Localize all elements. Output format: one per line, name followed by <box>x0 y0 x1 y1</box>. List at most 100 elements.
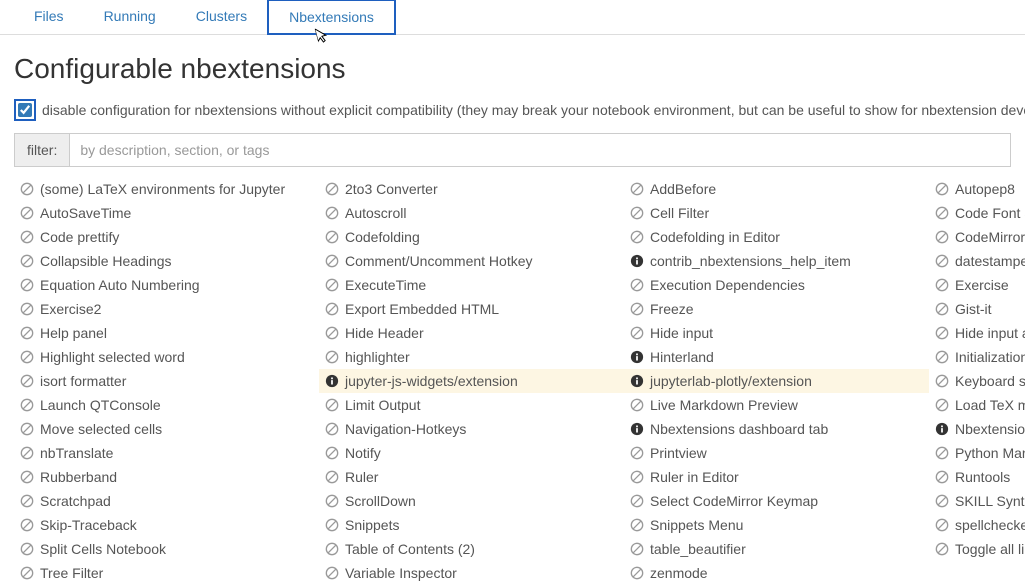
extension-item[interactable]: Limit Output <box>319 393 624 417</box>
extension-item[interactable]: Tree Filter <box>14 561 319 585</box>
extension-item[interactable]: Skip-Traceback <box>14 513 319 537</box>
extension-item[interactable]: CodeMirror <box>929 225 1025 249</box>
info-icon <box>630 350 644 364</box>
extension-item[interactable]: Scratchpad <box>14 489 319 513</box>
extension-item[interactable]: Exercise <box>929 273 1025 297</box>
extension-item[interactable]: Keyboard s <box>929 369 1025 393</box>
extension-item[interactable]: Collapsible Headings <box>14 249 319 273</box>
disabled-icon <box>20 206 34 220</box>
extension-item[interactable]: Notify <box>319 441 624 465</box>
extension-item[interactable]: Printview <box>624 441 929 465</box>
extension-item[interactable]: Hide Header <box>319 321 624 345</box>
extension-item[interactable]: Equation Auto Numbering <box>14 273 319 297</box>
extension-item[interactable]: Launch QTConsole <box>14 393 319 417</box>
extension-label: Hide Header <box>345 325 424 341</box>
extension-label: Python Mar <box>955 445 1025 461</box>
extension-item[interactable]: Help panel <box>14 321 319 345</box>
extension-label: Hide input <box>650 325 713 341</box>
extension-item[interactable]: Comment/Uncomment Hotkey <box>319 249 624 273</box>
extension-item[interactable]: isort formatter <box>14 369 319 393</box>
extension-item[interactable]: highlighter <box>319 345 624 369</box>
disabled-icon <box>325 254 339 268</box>
tab-running[interactable]: Running <box>84 0 176 34</box>
extension-item[interactable]: zenmode <box>624 561 929 585</box>
extension-item[interactable]: Hide input <box>624 321 929 345</box>
extension-item[interactable]: Code prettify <box>14 225 319 249</box>
extension-item[interactable]: Autopep8 <box>929 177 1025 201</box>
extension-item[interactable]: Ruler <box>319 465 624 489</box>
extension-item[interactable]: Execution Dependencies <box>624 273 929 297</box>
disabled-icon <box>935 254 949 268</box>
tab-files[interactable]: Files <box>14 0 84 34</box>
extension-item[interactable]: nbTranslate <box>14 441 319 465</box>
extension-item[interactable]: Python Mar <box>929 441 1025 465</box>
extension-item[interactable]: Runtools <box>929 465 1025 489</box>
extension-item[interactable]: Table of Contents (2) <box>319 537 624 561</box>
disabled-icon <box>935 446 949 460</box>
disabled-icon <box>935 374 949 388</box>
extension-label: Keyboard s <box>955 373 1025 389</box>
extension-item[interactable]: Load TeX m <box>929 393 1025 417</box>
extension-label: Load TeX m <box>955 397 1025 413</box>
extension-item[interactable]: Hinterland <box>624 345 929 369</box>
extension-item[interactable]: AddBefore <box>624 177 929 201</box>
extension-item[interactable]: Navigation-Hotkeys <box>319 417 624 441</box>
extension-item[interactable]: Codefolding <box>319 225 624 249</box>
extension-item[interactable]: Live Markdown Preview <box>624 393 929 417</box>
extension-label: Codefolding in Editor <box>650 229 780 245</box>
extension-item[interactable]: Initialization <box>929 345 1025 369</box>
extension-item[interactable]: SKILL Synt <box>929 489 1025 513</box>
tab-nbextensions[interactable]: Nbextensions <box>267 0 396 35</box>
extension-item[interactable]: Rubberband <box>14 465 319 489</box>
extension-item[interactable]: contrib_nbextensions_help_item <box>624 249 929 273</box>
disabled-icon <box>630 518 644 532</box>
extension-item[interactable]: Export Embedded HTML <box>319 297 624 321</box>
extension-item[interactable]: Snippets Menu <box>624 513 929 537</box>
extension-item[interactable]: jupyter-js-widgets/extension <box>319 369 624 393</box>
extension-item[interactable]: Hide input a <box>929 321 1025 345</box>
extension-label: Move selected cells <box>40 421 162 437</box>
tab-clusters[interactable]: Clusters <box>176 0 267 34</box>
extension-item[interactable]: Select CodeMirror Keymap <box>624 489 929 513</box>
extension-item[interactable]: jupyterlab-plotly/extension <box>624 369 929 393</box>
extension-item[interactable]: Exercise2 <box>14 297 319 321</box>
extension-item[interactable]: 2to3 Converter <box>319 177 624 201</box>
disabled-icon <box>325 518 339 532</box>
disabled-icon <box>20 566 34 580</box>
extension-item[interactable]: ScrollDown <box>319 489 624 513</box>
extension-item[interactable]: table_beautifier <box>624 537 929 561</box>
extension-item[interactable]: Split Cells Notebook <box>14 537 319 561</box>
extension-item[interactable]: Nbextensions dashboard tab <box>624 417 929 441</box>
extension-item[interactable]: Move selected cells <box>14 417 319 441</box>
extension-item[interactable]: Variable Inspector <box>319 561 624 585</box>
extension-item[interactable]: ExecuteTime <box>319 273 624 297</box>
extension-item[interactable]: Freeze <box>624 297 929 321</box>
extension-label: Limit Output <box>345 397 420 413</box>
extension-item[interactable]: Toggle all li <box>929 537 1025 561</box>
extension-label: Tree Filter <box>40 565 103 581</box>
disabled-icon <box>20 182 34 196</box>
extension-item[interactable]: Ruler in Editor <box>624 465 929 489</box>
extension-item[interactable]: Cell Filter <box>624 201 929 225</box>
extension-label: Help panel <box>40 325 107 341</box>
filter-input[interactable] <box>70 134 1010 166</box>
extension-item[interactable]: datestampe <box>929 249 1025 273</box>
compat-text: disable configuration for nbextensions w… <box>42 102 1025 118</box>
extension-item[interactable]: Highlight selected word <box>14 345 319 369</box>
disabled-icon <box>630 326 644 340</box>
disabled-icon <box>630 566 644 580</box>
extension-item[interactable]: Code Font S <box>929 201 1025 225</box>
extension-item[interactable]: Autoscroll <box>319 201 624 225</box>
extension-item[interactable]: Codefolding in Editor <box>624 225 929 249</box>
extension-item[interactable]: Snippets <box>319 513 624 537</box>
extension-item[interactable]: spellchecke <box>929 513 1025 537</box>
extension-label: Codefolding <box>345 229 420 245</box>
compat-checkbox[interactable] <box>18 103 32 117</box>
extension-item[interactable]: Nbextensio <box>929 417 1025 441</box>
disabled-icon <box>935 230 949 244</box>
extension-item[interactable]: Gist-it <box>929 297 1025 321</box>
extension-item[interactable]: (some) LaTeX environments for Jupyter <box>14 177 319 201</box>
disabled-icon <box>325 446 339 460</box>
extension-item[interactable]: AutoSaveTime <box>14 201 319 225</box>
extension-label: jupyter-js-widgets/extension <box>345 373 518 389</box>
